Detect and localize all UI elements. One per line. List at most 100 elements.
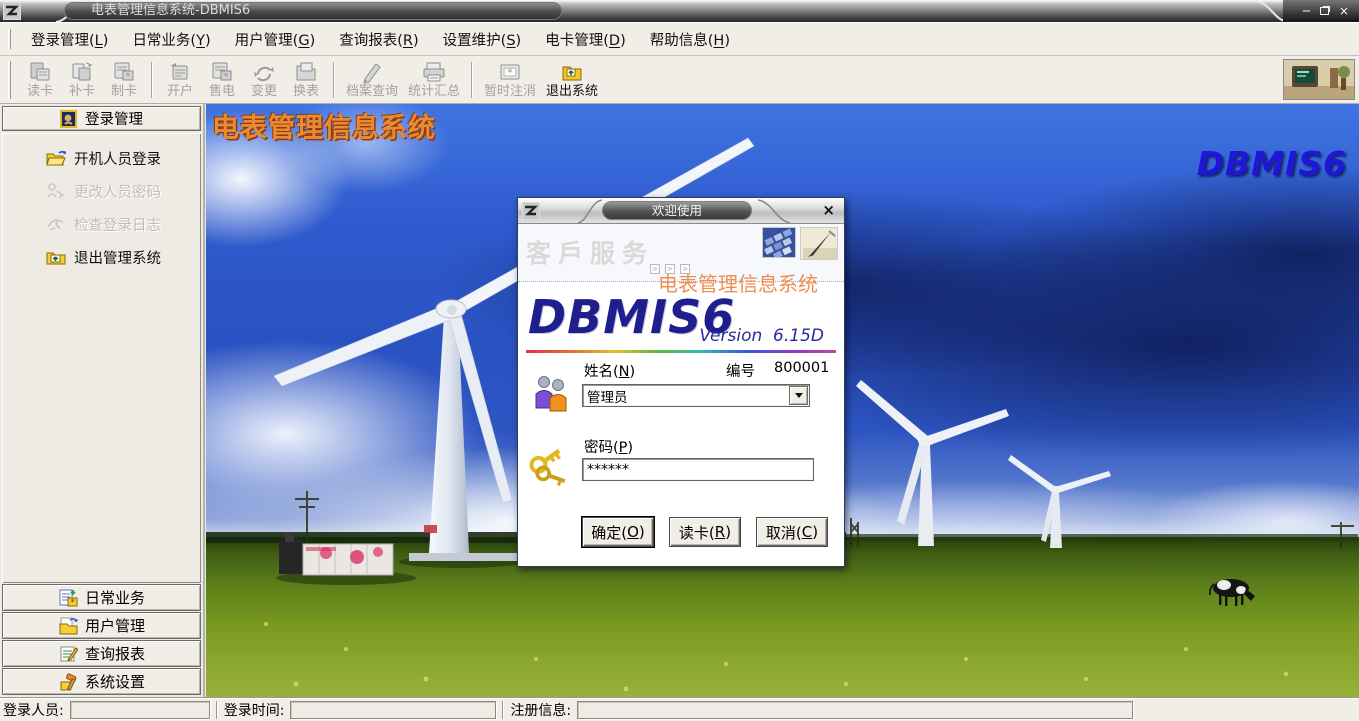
rainbow-divider [526, 350, 836, 353]
dialog-close-button[interactable]: × [822, 201, 835, 219]
status-login-time-value [290, 701, 496, 719]
dialog-version-text: Version 6.15D [699, 326, 824, 346]
folder-open-icon [46, 149, 66, 167]
sell-power-icon: * [209, 60, 235, 84]
system-settings-icon [58, 672, 78, 691]
cow [1210, 579, 1255, 606]
keyboard-thumbnail [762, 227, 796, 258]
meadow-flowers [264, 622, 1288, 691]
sidebar-group-user-management[interactable]: 用户管理 [2, 612, 201, 639]
svg-text:*: * [126, 72, 131, 82]
users-icon [531, 374, 571, 414]
folder-exit-icon [46, 248, 66, 266]
dialog-watermark-text: 客戶服务 [526, 234, 654, 270]
statusbar-separator [502, 701, 504, 719]
menu-report-query[interactable]: 查询报表(R) [327, 25, 430, 54]
toolbar-archive-query-button[interactable]: 档案查询 [341, 58, 403, 102]
menubar-grip[interactable] [8, 29, 11, 49]
dialog-overlay-title: 电表管理信息系统 [658, 268, 818, 297]
name-combobox[interactable]: 管理员 [582, 384, 810, 407]
window-title: 电表管理信息系统-DBMIS6 [64, 2, 562, 20]
name-combobox-value: 管理员 [583, 386, 789, 406]
app-window: { "window": { "title": "电表管理信息系统-DBMIS6"… [0, 0, 1359, 721]
status-register-info-label: 注册信息: [510, 700, 571, 720]
exit-system-icon [559, 60, 585, 84]
minimize-button[interactable]: ─ [1303, 5, 1310, 17]
status-login-time-label: 登录时间: [224, 700, 285, 720]
toolbar-make-card-button[interactable]: * 制卡 [103, 58, 145, 102]
cancel-button[interactable]: 取消(C) [756, 517, 828, 547]
operator-id-value: 800001 [774, 360, 829, 376]
daily-business-icon: * [58, 588, 78, 607]
toolbar-photo-thumbnail [1283, 59, 1355, 100]
statusbar-separator [216, 701, 218, 719]
card-add-icon [69, 60, 95, 84]
ok-button[interactable]: 确定(O) [582, 517, 654, 547]
sidebar-group-system-settings[interactable]: 系统设置 [2, 668, 201, 695]
report-query-icon [58, 644, 78, 663]
svg-text:*: * [508, 68, 513, 79]
password-field-label: 密码(P) [584, 436, 633, 457]
office-photo-thumbnail [1284, 60, 1354, 99]
temp-logoff-icon: * [497, 60, 523, 84]
toolbar-temp-logoff-button[interactable]: * 暂时注消 [479, 58, 541, 102]
login-dialog: 欢迎使用 × 客戶服务 > > > 电表管理信息系统 DBMIS6 [517, 197, 845, 567]
navigation-sidebar: 登录管理 开机人员登录 更改人员密码 [0, 104, 205, 697]
sidebar-group-login[interactable]: 登录管理 [2, 106, 201, 131]
keys-icon [528, 448, 574, 490]
menu-card-management[interactable]: 电卡管理(D) [533, 25, 638, 54]
close-button[interactable]: × [1339, 5, 1349, 17]
toolbar-grip[interactable] [8, 61, 11, 99]
toolbar-open-account-button[interactable]: 开户 [159, 58, 201, 102]
account-open-icon [167, 60, 193, 84]
chevron-down-icon [795, 393, 803, 398]
toolbar-swap-meter-button[interactable]: 换表 [285, 58, 327, 102]
menu-login[interactable]: 登录管理(L) [19, 25, 120, 54]
sidebar-group-daily-business[interactable]: * 日常业务 [2, 584, 201, 611]
toolbar-separator [333, 62, 335, 98]
toolbar-sell-power-button[interactable]: * 售电 [201, 58, 243, 102]
status-login-user-label: 登录人员: [3, 700, 64, 720]
wind-turbine-medium [856, 380, 1009, 546]
password-change-icon [46, 182, 66, 200]
login-group-icon [60, 110, 78, 128]
dialog-title: 欢迎使用 [602, 201, 752, 220]
sidebar-item-check-login-log[interactable]: 检查登录日志 [46, 213, 201, 235]
swap-meter-icon [293, 60, 319, 84]
login-dialog-body: 客戶服务 > > > 电表管理信息系统 DBMIS6 Version 6.15D… [518, 224, 844, 566]
combobox-dropdown-button[interactable] [789, 386, 808, 405]
menu-help[interactable]: 帮助信息(H) [638, 25, 742, 54]
sidebar-item-exit-system[interactable]: 退出管理系统 [46, 246, 201, 268]
restore-button[interactable] [1320, 7, 1329, 15]
menu-bar: 登录管理(L) 日常业务(Y) 用户管理(G) 查询报表(R) 设置维护(S) … [0, 22, 1359, 56]
sidebar-login-panel: 开机人员登录 更改人员密码 检查登录日志 [2, 133, 201, 583]
toolbar-change-button[interactable]: 变更 [243, 58, 285, 102]
password-input[interactable] [582, 458, 814, 481]
archive-search-icon [359, 60, 385, 84]
sidebar-item-change-password[interactable]: 更改人员密码 [46, 180, 201, 202]
menu-user-management[interactable]: 用户管理(G) [223, 25, 328, 54]
sidebar-group-report-query[interactable]: 查询报表 [2, 640, 201, 667]
toolbar-read-card-button[interactable]: 读卡 [19, 58, 61, 102]
dialog-logo-icon [522, 202, 540, 220]
name-field-label: 姓名(N) [584, 360, 635, 381]
sidebar-item-operator-login[interactable]: 开机人员登录 [46, 147, 201, 169]
log-check-icon [46, 215, 66, 233]
read-card-button[interactable]: 读卡(R) [669, 517, 741, 547]
toolbar-exit-system-button[interactable]: 退出系统 [541, 58, 603, 102]
menu-daily-business[interactable]: 日常业务(Y) [120, 25, 222, 54]
window-titlebar[interactable]: 电表管理信息系统-DBMIS6 ─ × [0, 0, 1359, 22]
pen-thumbnail [800, 227, 838, 260]
change-icon [251, 60, 277, 84]
status-login-user-value [70, 701, 210, 719]
user-management-icon [58, 616, 78, 635]
toolbar-reissue-card-button[interactable]: 补卡 [61, 58, 103, 102]
workspace-brand-text: DBMIS6 [1197, 144, 1347, 183]
login-dialog-titlebar[interactable]: 欢迎使用 × [518, 198, 844, 224]
toolbar-stats-summary-button[interactable]: 统计汇总 [403, 58, 465, 102]
card-reader-icon [27, 60, 53, 84]
workspace-headline: 电表管理信息系统 [212, 106, 436, 145]
sidebar-group-login-label: 登录管理 [85, 108, 143, 129]
menu-settings-maintenance[interactable]: 设置维护(S) [431, 25, 534, 54]
app-logo-icon [3, 2, 21, 20]
